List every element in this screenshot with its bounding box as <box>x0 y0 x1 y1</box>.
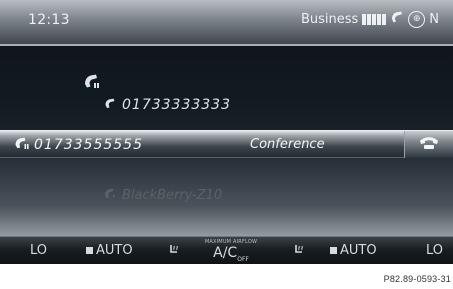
left-fan-level[interactable]: LO <box>30 243 47 258</box>
right-auto-label: AUTO <box>340 243 377 258</box>
phone-icon <box>390 10 404 28</box>
hang-up-button[interactable] <box>404 131 453 158</box>
ac-button[interactable]: MAXIMUM AIRFLOW A/COFF <box>201 239 261 264</box>
phone-active-icon <box>14 136 29 154</box>
conference-button[interactable]: Conference <box>250 137 325 152</box>
figure-reference: P82.89-0593-31 <box>383 274 451 284</box>
active-call-row[interactable]: 01733555555 Conference <box>0 130 453 158</box>
bluetooth-phone-icon <box>104 186 116 204</box>
auto-indicator-icon <box>330 247 337 254</box>
phone-icon <box>104 97 116 113</box>
right-fan-level[interactable]: LO <box>426 243 443 258</box>
seat-heating-icon[interactable] <box>168 243 182 257</box>
active-call: 01733555555 <box>14 136 143 154</box>
connected-device: BlackBerry-Z10 <box>104 186 222 204</box>
active-call-number: 01733555555 <box>34 137 143 153</box>
ac-text: A/C <box>213 245 238 261</box>
held-call-row[interactable]: 01733333333 <box>104 97 231 113</box>
right-auto-button[interactable]: AUTO <box>330 243 377 258</box>
network-name: Business <box>300 11 359 27</box>
device-name: BlackBerry-Z10 <box>122 187 223 203</box>
hang-up-icon <box>418 135 440 155</box>
ac-label: A/COFF <box>201 245 261 264</box>
status-indicators: Business ⊕ N <box>301 9 439 29</box>
left-auto-label: AUTO <box>96 243 133 258</box>
network-suffix: N <box>429 11 439 27</box>
globe-icon: ⊕ <box>408 10 426 28</box>
divider <box>0 44 453 46</box>
status-bar: 12:13 Business ⊕ N <box>0 0 453 44</box>
held-call-number: 01733333333 <box>122 97 231 113</box>
climate-bar: LO AUTO MAXIMUM AIRFLOW A/COFF AUTO LO <box>0 236 453 264</box>
left-auto-button[interactable]: AUTO <box>86 243 133 258</box>
head-unit-screen: 12:13 Business ⊕ N 01733333333 017335555… <box>0 0 453 264</box>
ac-off-label: OFF <box>237 255 249 263</box>
clock: 12:13 <box>28 12 70 28</box>
seat-heating-icon[interactable] <box>293 243 307 257</box>
auto-indicator-icon <box>86 247 93 254</box>
phone-held-icon <box>82 72 100 90</box>
signal-strength-icon <box>362 13 387 25</box>
